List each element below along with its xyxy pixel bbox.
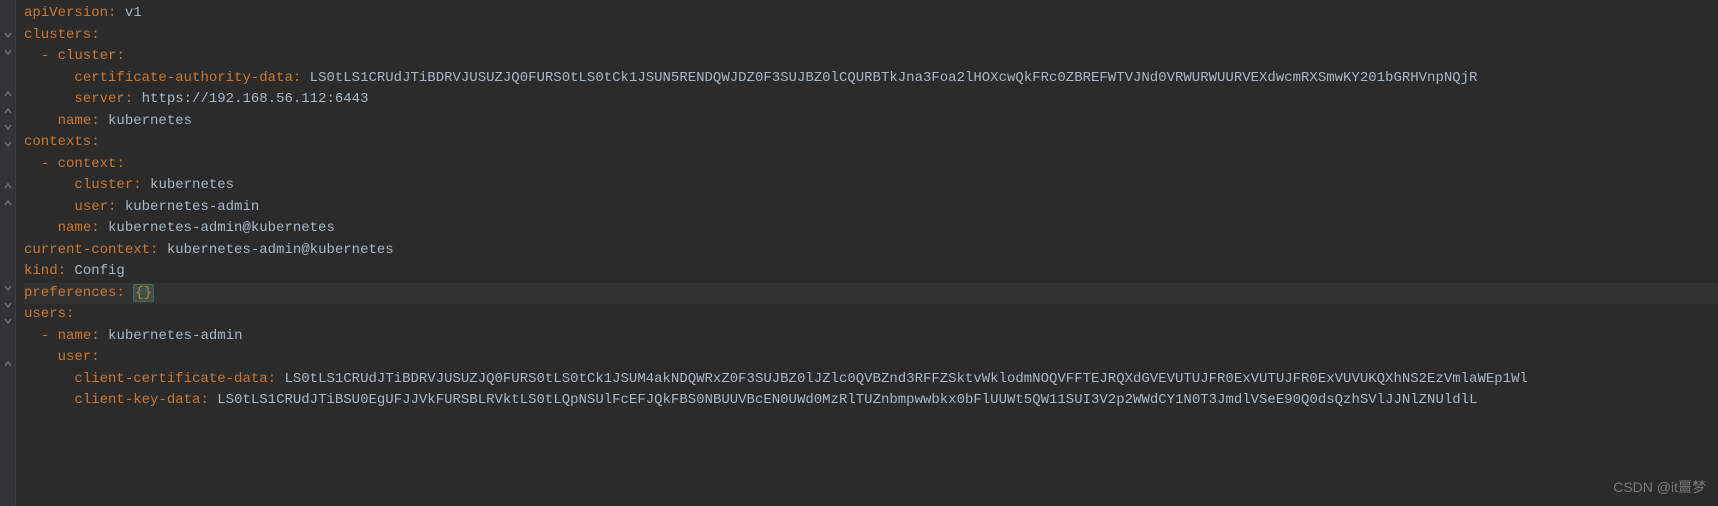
yaml-dash: - bbox=[41, 48, 58, 64]
code-line: users: bbox=[24, 304, 1718, 326]
yaml-key: client-key-data bbox=[74, 392, 200, 408]
yaml-dash: - bbox=[41, 156, 58, 172]
fold-open-icon[interactable] bbox=[2, 315, 14, 327]
yaml-value: https://192.168.56.112:6443 bbox=[133, 91, 368, 107]
code-line: apiVersion: v1 bbox=[24, 3, 1718, 25]
yaml-key: apiVersion bbox=[24, 5, 108, 21]
yaml-key: context bbox=[58, 156, 117, 172]
code-line: client-certificate-data: LS0tLS1CRUdJTiB… bbox=[24, 369, 1718, 391]
code-line: clusters: bbox=[24, 25, 1718, 47]
fold-close-icon[interactable] bbox=[2, 180, 14, 192]
yaml-key: preferences bbox=[24, 285, 116, 301]
yaml-key: contexts bbox=[24, 134, 91, 150]
yaml-braces: {} bbox=[133, 284, 154, 302]
yaml-key: users bbox=[24, 306, 66, 322]
code-line: name: kubernetes bbox=[24, 111, 1718, 133]
fold-close-icon[interactable] bbox=[2, 197, 14, 209]
code-content[interactable]: apiVersion: v1clusters: - cluster: certi… bbox=[16, 0, 1718, 506]
fold-close-icon[interactable] bbox=[2, 88, 14, 100]
code-line: certificate-authority-data: LS0tLS1CRUdJ… bbox=[24, 68, 1718, 90]
fold-gutter bbox=[0, 0, 16, 506]
fold-open-icon[interactable] bbox=[2, 46, 14, 58]
yaml-value: kubernetes bbox=[100, 113, 192, 129]
yaml-key: name bbox=[58, 220, 92, 236]
yaml-key: clusters bbox=[24, 27, 91, 43]
code-line: current-context: kubernetes-admin@kubern… bbox=[24, 240, 1718, 262]
code-editor: apiVersion: v1clusters: - cluster: certi… bbox=[0, 0, 1718, 506]
yaml-value: kubernetes-admin bbox=[116, 199, 259, 215]
watermark: CSDN @it噩梦 bbox=[1613, 477, 1706, 499]
yaml-key: server bbox=[74, 91, 124, 107]
yaml-key: kind bbox=[24, 263, 58, 279]
yaml-value: kubernetes-admin@kubernetes bbox=[158, 242, 393, 258]
code-line: cluster: kubernetes bbox=[24, 175, 1718, 197]
fold-open-icon[interactable] bbox=[2, 138, 14, 150]
yaml-value: LS0tLS1CRUdJTiBDRVJUSUZJQ0FURS0tLS0tCk1J… bbox=[276, 371, 1528, 387]
yaml-key: current-context bbox=[24, 242, 150, 258]
yaml-dash: - bbox=[41, 328, 58, 344]
yaml-key: client-certificate-data bbox=[74, 371, 267, 387]
yaml-value: kubernetes bbox=[142, 177, 234, 193]
yaml-value: kubernetes-admin bbox=[100, 328, 243, 344]
yaml-value: kubernetes-admin@kubernetes bbox=[100, 220, 335, 236]
yaml-value: v1 bbox=[116, 5, 141, 21]
fold-close-icon[interactable] bbox=[2, 358, 14, 370]
code-line: preferences: {} bbox=[24, 283, 1718, 305]
yaml-key: user bbox=[58, 349, 92, 365]
fold-open-icon[interactable] bbox=[2, 29, 14, 41]
yaml-value: LS0tLS1CRUdJTiBSU0EgUFJJVkFURSBLRVktLS0t… bbox=[209, 392, 1478, 408]
code-line: user: kubernetes-admin bbox=[24, 197, 1718, 219]
yaml-value: Config bbox=[66, 263, 125, 279]
code-line: contexts: bbox=[24, 132, 1718, 154]
yaml-key: cluster bbox=[58, 48, 117, 64]
fold-open-icon[interactable] bbox=[2, 121, 14, 133]
code-line: server: https://192.168.56.112:6443 bbox=[24, 89, 1718, 111]
code-line: name: kubernetes-admin@kubernetes bbox=[24, 218, 1718, 240]
yaml-key: name bbox=[58, 328, 92, 344]
code-line: - context: bbox=[24, 154, 1718, 176]
code-line: user: bbox=[24, 347, 1718, 369]
code-line: - cluster: bbox=[24, 46, 1718, 68]
yaml-key: user bbox=[74, 199, 108, 215]
fold-open-icon[interactable] bbox=[2, 282, 14, 294]
yaml-value: LS0tLS1CRUdJTiBDRVJUSUZJQ0FURS0tLS0tCk1J… bbox=[301, 70, 1477, 86]
fold-open-icon[interactable] bbox=[2, 299, 14, 311]
yaml-key: certificate-authority-data bbox=[74, 70, 292, 86]
code-line: kind: Config bbox=[24, 261, 1718, 283]
yaml-key: cluster bbox=[74, 177, 133, 193]
code-line: - name: kubernetes-admin bbox=[24, 326, 1718, 348]
fold-close-icon[interactable] bbox=[2, 105, 14, 117]
code-line: client-key-data: LS0tLS1CRUdJTiBSU0EgUFJ… bbox=[24, 390, 1718, 412]
yaml-key: name bbox=[58, 113, 92, 129]
